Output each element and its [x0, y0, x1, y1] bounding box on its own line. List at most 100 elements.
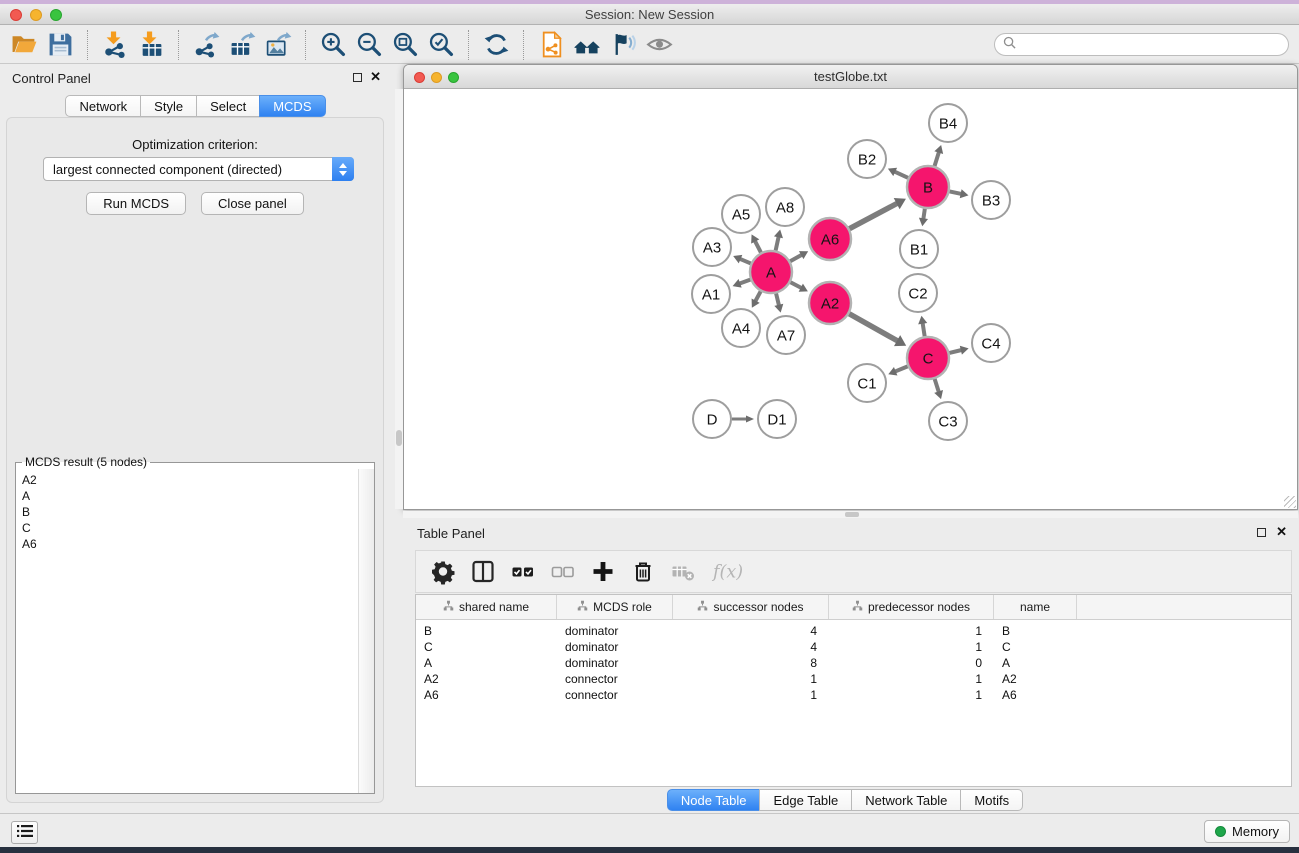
- open-button[interactable]: [6, 28, 42, 62]
- close-window-button[interactable]: [10, 9, 22, 21]
- mcds-result-item[interactable]: A6: [22, 536, 358, 552]
- edge-C-C2[interactable]: [923, 323, 925, 336]
- column-header-shared-name[interactable]: shared name: [416, 595, 557, 619]
- edge-A-A3[interactable]: [740, 259, 751, 264]
- column-header-predecessor-nodes[interactable]: predecessor nodes: [829, 595, 994, 619]
- tab-network[interactable]: Network: [65, 95, 141, 117]
- memory-button[interactable]: Memory: [1204, 820, 1290, 843]
- graph-node-C1[interactable]: C1: [848, 364, 886, 402]
- flag-button[interactable]: [605, 28, 641, 62]
- edge-C-C1[interactable]: [895, 366, 908, 371]
- network-graph[interactable]: B4B2BB3B1A5A8A3A6AA1A2C2A4A7C4CC1C3DD1: [404, 90, 1297, 509]
- graph-node-B4[interactable]: B4: [929, 104, 967, 142]
- save-button[interactable]: [42, 28, 78, 62]
- select-all-button[interactable]: [510, 559, 536, 585]
- import-network-button[interactable]: [97, 28, 133, 62]
- panel-list-button[interactable]: [11, 821, 38, 844]
- edge-A-A4[interactable]: [755, 291, 760, 301]
- settings-button[interactable]: [430, 559, 456, 585]
- refresh-button[interactable]: [478, 28, 514, 62]
- zoom-in-button[interactable]: [315, 28, 351, 62]
- edge-B-B4[interactable]: [935, 152, 939, 166]
- graph-node-A3[interactable]: A3: [693, 228, 731, 266]
- search-input[interactable]: [1021, 38, 1280, 52]
- network-document-button[interactable]: [533, 28, 569, 62]
- tab-select[interactable]: Select: [196, 95, 260, 117]
- network-close-button[interactable]: [414, 72, 425, 83]
- edge-B-B1[interactable]: [923, 209, 925, 219]
- table-row[interactable]: A2connector11A2: [416, 671, 1291, 687]
- tab-motifs[interactable]: Motifs: [960, 789, 1023, 811]
- tab-network-table[interactable]: Network Table: [851, 789, 961, 811]
- edge-A-A2[interactable]: [790, 282, 801, 288]
- graph-node-A2[interactable]: A2: [809, 282, 851, 324]
- column-header-mcds-role[interactable]: MCDS role: [557, 595, 673, 619]
- edge-A-A6[interactable]: [790, 255, 802, 262]
- minimize-window-button[interactable]: [30, 9, 42, 21]
- graph-node-C3[interactable]: C3: [929, 402, 967, 440]
- zoom-out-button[interactable]: [351, 28, 387, 62]
- zoom-selected-button[interactable]: [423, 28, 459, 62]
- network-vertical-scrollbar[interactable]: [395, 89, 403, 509]
- resize-grip-icon[interactable]: [1284, 496, 1296, 508]
- graph-node-A6[interactable]: A6: [809, 218, 851, 260]
- graph-node-A[interactable]: A: [750, 251, 792, 293]
- table-row[interactable]: Adominator80A: [416, 655, 1291, 671]
- run-mcds-button[interactable]: Run MCDS: [86, 192, 186, 215]
- eye-button[interactable]: [641, 28, 677, 62]
- table-row[interactable]: Bdominator41B: [416, 623, 1291, 639]
- graph-node-B[interactable]: B: [907, 166, 949, 208]
- delete-button[interactable]: [630, 559, 656, 585]
- mcds-result-list[interactable]: A2ABCA6: [16, 469, 358, 793]
- graph-node-B2[interactable]: B2: [848, 140, 886, 178]
- export-image-button[interactable]: [260, 28, 296, 62]
- graph-node-D1[interactable]: D1: [758, 400, 796, 438]
- columns-button[interactable]: [470, 559, 496, 585]
- home-button[interactable]: [569, 28, 605, 62]
- graph-node-B3[interactable]: B3: [972, 181, 1010, 219]
- tab-edge-table[interactable]: Edge Table: [759, 789, 852, 811]
- edge-B-B3[interactable]: [950, 191, 962, 193]
- list-scrollbar[interactable]: [358, 469, 374, 793]
- mcds-result-item[interactable]: A: [22, 488, 358, 504]
- edge-A-A8[interactable]: [776, 237, 779, 251]
- graph-node-A5[interactable]: A5: [722, 195, 760, 233]
- graph-node-A7[interactable]: A7: [767, 316, 805, 354]
- tab-mcds[interactable]: MCDS: [259, 95, 325, 117]
- edge-C-C4[interactable]: [949, 350, 961, 353]
- tab-style[interactable]: Style: [140, 95, 197, 117]
- network-window-titlebar[interactable]: testGlobe.txt: [404, 65, 1297, 89]
- close-panel-button[interactable]: Close panel: [201, 192, 304, 215]
- table-row[interactable]: Cdominator41C: [416, 639, 1291, 655]
- export-network-button[interactable]: [188, 28, 224, 62]
- network-minimize-button[interactable]: [431, 72, 442, 83]
- optimization-criterion-select[interactable]: largest connected component (directed): [43, 157, 354, 181]
- graph-node-C[interactable]: C: [907, 337, 949, 379]
- graph-node-A8[interactable]: A8: [766, 188, 804, 226]
- edge-A-A7[interactable]: [776, 293, 779, 305]
- mcds-result-item[interactable]: A2: [22, 472, 358, 488]
- mcds-result-item[interactable]: B: [22, 504, 358, 520]
- edge-A2-C[interactable]: [849, 314, 898, 341]
- deselect-all-button[interactable]: [550, 559, 576, 585]
- search-box[interactable]: [994, 33, 1289, 56]
- graph-node-D[interactable]: D: [693, 400, 731, 438]
- export-table-button[interactable]: [224, 28, 260, 62]
- edge-A-A5[interactable]: [755, 241, 761, 253]
- close-panel-icon[interactable]: ✕: [370, 72, 381, 82]
- column-header-successor-nodes[interactable]: successor nodes: [673, 595, 829, 619]
- graph-node-A4[interactable]: A4: [722, 309, 760, 347]
- network-maximize-button[interactable]: [448, 72, 459, 83]
- close-table-panel-icon[interactable]: ✕: [1276, 527, 1287, 537]
- network-horizontal-scrollbar[interactable]: [403, 511, 1298, 518]
- add-button[interactable]: [590, 559, 616, 585]
- graph-node-C2[interactable]: C2: [899, 274, 937, 312]
- table-row[interactable]: A6connector11A6: [416, 687, 1291, 703]
- tab-node-table[interactable]: Node Table: [667, 789, 761, 811]
- network-canvas[interactable]: B4B2BB3B1A5A8A3A6AA1A2C2A4A7C4CC1C3DD1: [404, 90, 1297, 509]
- import-table-button[interactable]: [133, 28, 169, 62]
- graph-node-B1[interactable]: B1: [900, 230, 938, 268]
- graph-node-A1[interactable]: A1: [692, 275, 730, 313]
- zoom-fit-button[interactable]: [387, 28, 423, 62]
- mcds-result-item[interactable]: C: [22, 520, 358, 536]
